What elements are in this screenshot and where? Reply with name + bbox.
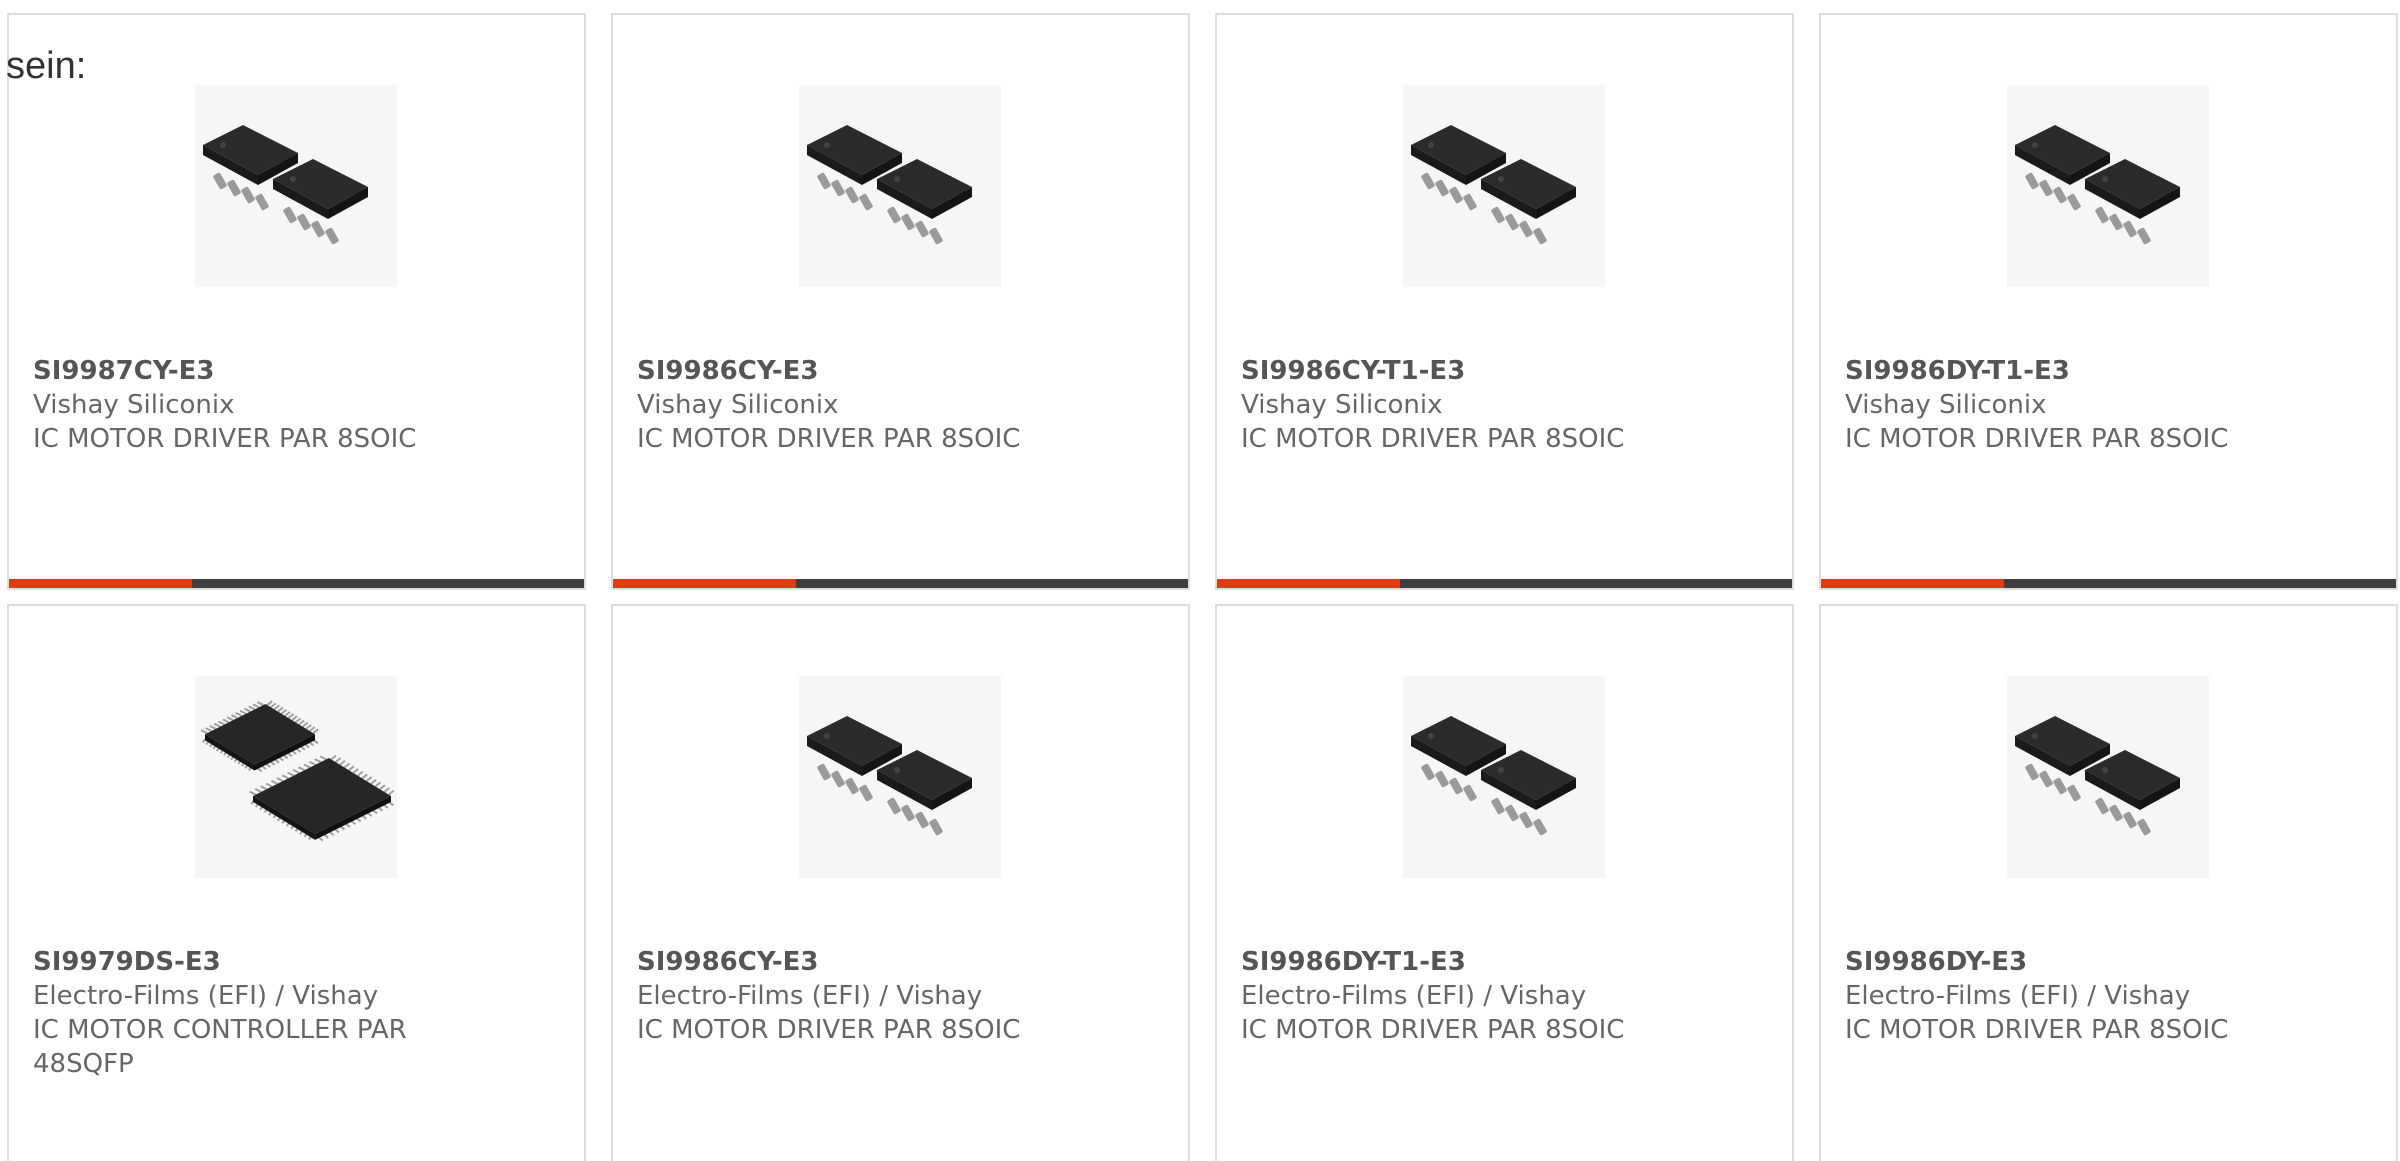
description: IC MOTOR DRIVER PAR 8SOIC xyxy=(1845,1015,2229,1045)
description: IC MOTOR DRIVER PAR 8SOIC xyxy=(1241,424,1625,454)
card-accent-bar xyxy=(1821,579,2004,588)
product-info: SI9986CY-E3 Electro-Films (EFI) / Vishay… xyxy=(637,945,1057,1047)
manufacturer: Vishay Siliconix xyxy=(33,390,235,420)
part-number[interactable]: SI9986DY-T1-E3 xyxy=(1241,945,1661,979)
manufacturer: Vishay Siliconix xyxy=(1241,390,1443,420)
description: IC MOTOR DRIVER PAR 8SOIC xyxy=(33,424,417,454)
part-number[interactable]: SI9986DY-E3 xyxy=(1845,945,2265,979)
description: IC MOTOR DRIVER PAR 8SOIC xyxy=(637,424,1021,454)
product-card[interactable]: SI9986DY-T1-E3 Electro-Films (EFI) / Vis… xyxy=(1215,604,1794,1161)
product-card[interactable]: SI9986CY-E3 Vishay Siliconix IC MOTOR DR… xyxy=(611,13,1190,590)
part-number[interactable]: SI9979DS-E3 xyxy=(33,945,453,979)
part-number[interactable]: SI9986CY-E3 xyxy=(637,354,1057,388)
part-number[interactable]: SI9986CY-E3 xyxy=(637,945,1057,979)
card-bottom-bar xyxy=(1217,579,1792,588)
manufacturer: Electro-Films (EFI) / Vishay xyxy=(637,981,983,1011)
soic8-chip-pair-image[interactable] xyxy=(2007,676,2209,878)
product-card[interactable]: SI9979DS-E3 Electro-Films (EFI) / Vishay… xyxy=(7,604,586,1161)
product-card[interactable]: SI9987CY-E3 Vishay Siliconix IC MOTOR DR… xyxy=(7,13,586,590)
soic8-chip-pair-image[interactable] xyxy=(799,676,1001,878)
part-number[interactable]: SI9987CY-E3 xyxy=(33,354,453,388)
soic8-chip-pair-image[interactable] xyxy=(799,85,1001,287)
card-bottom-bar xyxy=(9,579,584,588)
description: IC MOTOR DRIVER PAR 8SOIC xyxy=(1241,1015,1625,1045)
product-info: SI9979DS-E3 Electro-Films (EFI) / Vishay… xyxy=(33,945,453,1081)
card-accent-bar xyxy=(1217,579,1400,588)
manufacturer: Vishay Siliconix xyxy=(637,390,839,420)
description: IC MOTOR DRIVER PAR 8SOIC xyxy=(1845,424,2229,454)
part-number[interactable]: SI9986CY-T1-E3 xyxy=(1241,354,1661,388)
card-accent-bar xyxy=(9,579,192,588)
manufacturer: Electro-Films (EFI) / Vishay xyxy=(1845,981,2191,1011)
manufacturer: Electro-Films (EFI) / Vishay xyxy=(1241,981,1587,1011)
product-info: SI9986DY-T1-E3 Electro-Films (EFI) / Vis… xyxy=(1241,945,1661,1047)
card-bottom-bar xyxy=(613,579,1188,588)
product-grid-page: sein: SI9987CY-E3 Vishay Siliconix IC MO… xyxy=(0,0,2400,1161)
product-info: SI9986CY-E3 Vishay Siliconix IC MOTOR DR… xyxy=(637,354,1057,456)
soic8-chip-pair-image[interactable] xyxy=(195,85,397,287)
product-info: SI9986CY-T1-E3 Vishay Siliconix IC MOTOR… xyxy=(1241,354,1661,456)
soic8-chip-pair-image[interactable] xyxy=(2007,85,2209,287)
product-info: SI9987CY-E3 Vishay Siliconix IC MOTOR DR… xyxy=(33,354,453,456)
qfp48-chip-pair-image[interactable] xyxy=(195,676,397,878)
product-info: SI9986DY-E3 Electro-Films (EFI) / Vishay… xyxy=(1845,945,2265,1047)
product-info: SI9986DY-T1-E3 Vishay Siliconix IC MOTOR… xyxy=(1845,354,2265,456)
manufacturer: Electro-Films (EFI) / Vishay xyxy=(33,981,379,1011)
part-number[interactable]: SI9986DY-T1-E3 xyxy=(1845,354,2265,388)
card-accent-bar xyxy=(613,579,796,588)
soic8-chip-pair-image[interactable] xyxy=(1403,85,1605,287)
product-card[interactable]: SI9986CY-E3 Electro-Films (EFI) / Vishay… xyxy=(611,604,1190,1161)
product-grid: SI9987CY-E3 Vishay Siliconix IC MOTOR DR… xyxy=(7,13,2398,1161)
soic8-chip-pair-image[interactable] xyxy=(1403,676,1605,878)
card-bottom-bar xyxy=(1821,579,2396,588)
product-card[interactable]: SI9986DY-E3 Electro-Films (EFI) / Vishay… xyxy=(1819,604,2398,1161)
product-card[interactable]: SI9986DY-T1-E3 Vishay Siliconix IC MOTOR… xyxy=(1819,13,2398,590)
description: IC MOTOR CONTROLLER PAR 48SQFP xyxy=(33,1015,407,1079)
product-card[interactable]: SI9986CY-T1-E3 Vishay Siliconix IC MOTOR… xyxy=(1215,13,1794,590)
manufacturer: Vishay Siliconix xyxy=(1845,390,2047,420)
description: IC MOTOR DRIVER PAR 8SOIC xyxy=(637,1015,1021,1045)
intro-text: sein: xyxy=(6,45,87,87)
